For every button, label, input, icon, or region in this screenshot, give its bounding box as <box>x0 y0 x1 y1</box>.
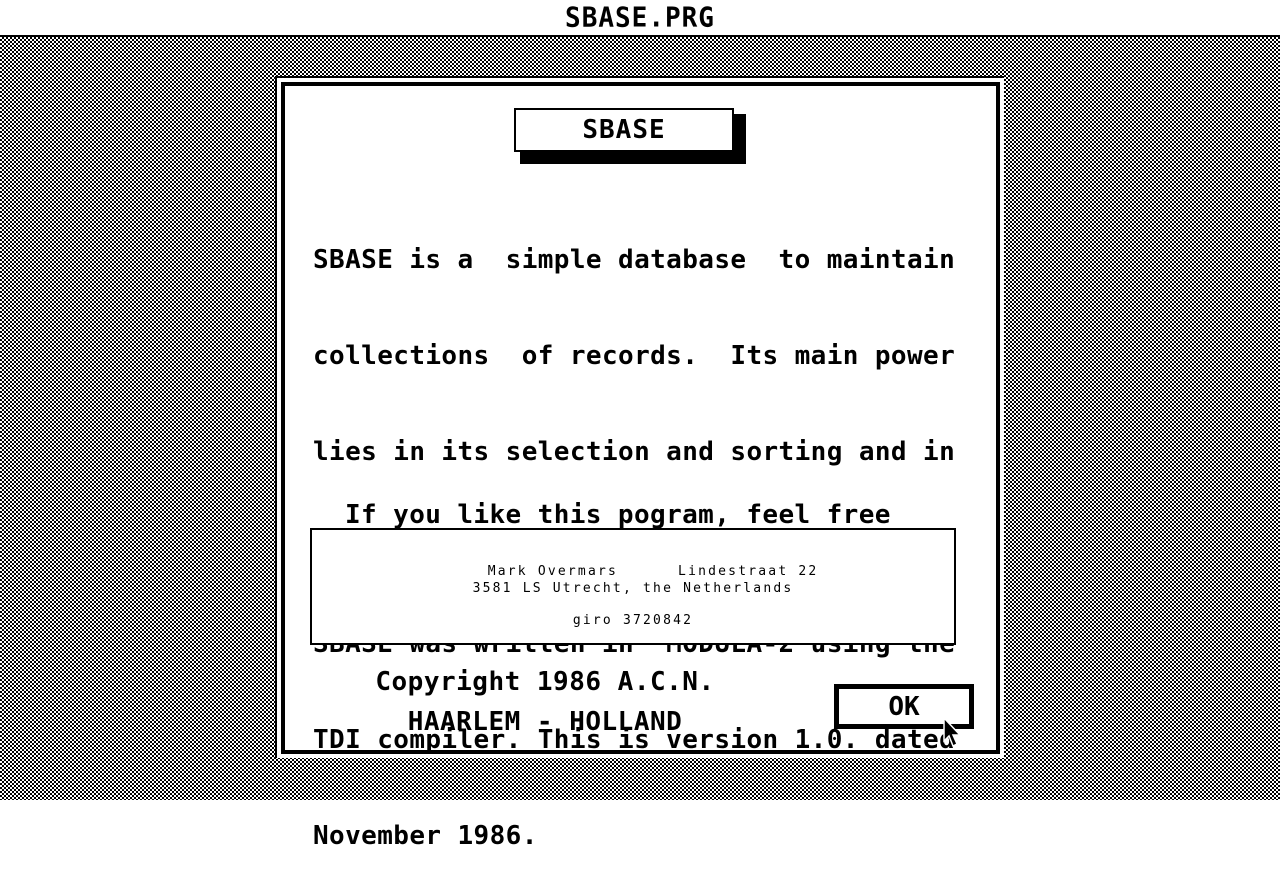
copyright-location: HAARLEM - HOLLAND <box>407 707 683 737</box>
heading-box: SBASE <box>514 108 734 152</box>
copyright-line: Copyright 1986 A.C.N. <box>375 667 715 697</box>
address-box: Mark Overmars Lindestraat 22 3581 LS Utre… <box>310 528 956 645</box>
author-street: Lindestraat 22 <box>678 564 819 579</box>
plea-line: If you like this pogram, feel free <box>345 500 891 530</box>
description-line: SBASE is a simple database to maintain <box>313 245 956 275</box>
dialog-heading: SBASE <box>582 115 666 145</box>
author-name: Mark Overmars <box>487 564 619 579</box>
author-giro: giro 3720842 <box>572 613 694 628</box>
ok-button-label: OK <box>888 691 920 722</box>
mouse-pointer-icon <box>943 717 962 748</box>
window-title-bar: SBASE.PRG <box>0 0 1280 37</box>
description-line: November 1986. <box>313 821 538 851</box>
copyright-notice: Copyright 1986 A.C.N. HAARLEM - HOLLAND <box>340 662 750 742</box>
description-line: collections of records. Its main power <box>313 341 956 371</box>
author-city: 3581 LS Utrecht, the Netherlands <box>472 581 794 596</box>
window-title: SBASE.PRG <box>565 1 715 34</box>
